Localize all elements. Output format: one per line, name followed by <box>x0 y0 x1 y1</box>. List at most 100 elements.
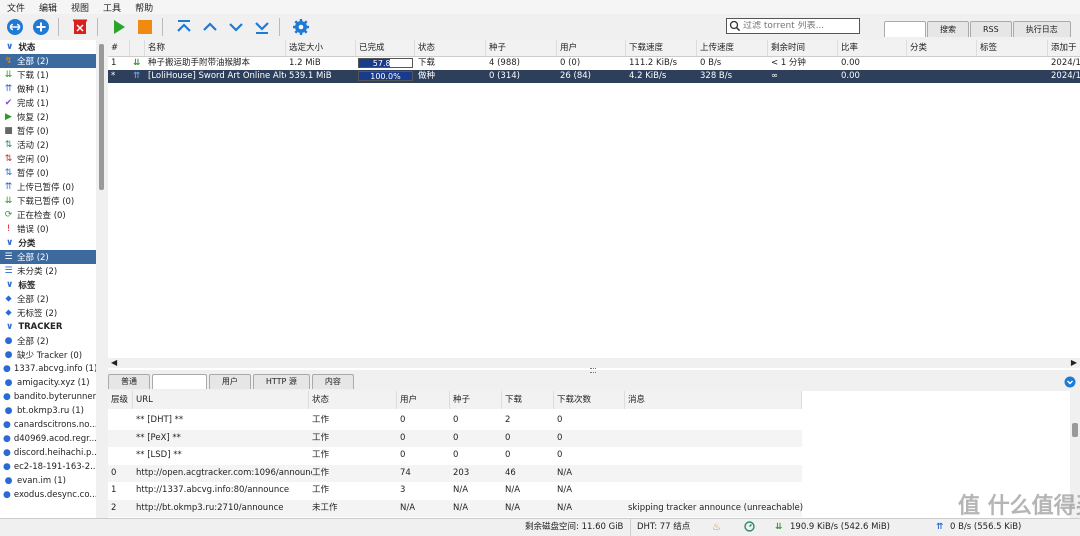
add-link-button[interactable] <box>4 16 26 38</box>
tracker-row[interactable]: 1 http://1337.abcvg.info:80/announce 工作 3 N/… <box>108 482 802 499</box>
scroll-left-icon[interactable]: ◀ <box>111 358 117 368</box>
top-tab[interactable]: 搜索 <box>927 21 969 37</box>
tracker-filter-item[interactable]: ● bt.okmp3.ru (1) <box>0 404 96 418</box>
status-filter-item[interactable]: ⇅ 活动 (2) <box>0 138 96 152</box>
tracker-filter-item[interactable]: ● 缺少 Tracker (0) <box>0 348 96 362</box>
tracker-filter-item[interactable]: ● 1337.abcvg.info (1) <box>0 362 96 376</box>
resume-button[interactable] <box>108 16 130 38</box>
properties-tab[interactable]: Tracker <box>152 374 207 389</box>
tracker-filter-item[interactable]: ● amigacity.xyz (1) <box>0 376 96 390</box>
add-torrent-button[interactable] <box>30 16 52 38</box>
menu-item[interactable]: 编辑 <box>32 1 64 14</box>
status-filter-item[interactable]: ▶ 恢复 (2) <box>0 110 96 124</box>
delete-button[interactable] <box>69 16 91 38</box>
column-header[interactable]: 上传速度 <box>697 40 768 56</box>
column-header[interactable]: 标签 <box>977 40 1048 56</box>
column-header[interactable]: 名称 <box>145 40 286 56</box>
speed-limit-icon[interactable] <box>744 519 755 536</box>
status-filter-item[interactable]: ⇅ 空闲 (0) <box>0 152 96 166</box>
move-down-button[interactable] <box>225 16 247 38</box>
scroll-right-icon[interactable]: ▶ <box>1071 358 1077 368</box>
download-speed-label[interactable]: 190.9 KiB/s (542.6 MiB) <box>790 519 890 536</box>
tracker-filter-item[interactable]: ● bandito.byterunner... <box>0 390 96 404</box>
status-filter-item[interactable]: ■ 暂停 (0) <box>0 124 96 138</box>
properties-tab[interactable]: 用户 <box>208 374 251 389</box>
tag-section-header[interactable]: ∨ 标签 <box>0 278 96 292</box>
column-header[interactable]: 状态 <box>415 40 486 56</box>
properties-tab[interactable]: HTTP 源 <box>252 374 310 389</box>
torrent-list-hscrollbar[interactable]: ◀ ▶ <box>108 358 1080 368</box>
column-header[interactable]: 种子 <box>486 40 557 56</box>
top-tab[interactable]: 传输 <box>884 21 926 37</box>
column-header[interactable]: 比率 <box>838 40 907 56</box>
status-filter-item[interactable]: ↯ 全部 (2) <box>0 54 96 68</box>
top-tab[interactable]: 执行日志 <box>1012 21 1071 37</box>
tag-filter-item[interactable]: ⬥ 全部 (2) <box>0 292 96 306</box>
menu-item[interactable]: 帮助 <box>128 1 160 14</box>
pause-button[interactable] <box>134 16 156 38</box>
column-header[interactable]: 下载速度 <box>626 40 697 56</box>
tracker-filter-item[interactable]: ● canardscitrons.no... <box>0 418 96 432</box>
tracker-column-header[interactable]: 下载 <box>502 391 554 409</box>
column-header[interactable]: 剩余时间 <box>768 40 838 56</box>
tracker-filter-item[interactable]: ● evan.im (1) <box>0 474 96 488</box>
tracker-column-header[interactable]: 种子 <box>450 391 502 409</box>
upload-speed-label[interactable]: 0 B/s (556.5 KiB) <box>950 519 1021 536</box>
torrent-row[interactable]: * [LoliHouse] Sword Art Online Alter... 53… <box>108 70 1080 83</box>
tracker-section-header[interactable]: ∨ TRACKER <box>0 320 96 334</box>
tracker-filter-item[interactable]: ● 全部 (2) <box>0 334 96 348</box>
tracker-filter-item[interactable]: ● d40969.acod.regr... <box>0 432 96 446</box>
status-section-header[interactable]: ∨ 状态 <box>0 40 96 54</box>
tracker-column-header[interactable]: 状态 <box>309 391 397 409</box>
menu-item[interactable]: 文件 <box>0 1 32 14</box>
move-bottom-button[interactable] <box>251 16 273 38</box>
sidebar-scroll-thumb[interactable] <box>99 44 104 190</box>
status-filter-item[interactable]: ⇊ 下载已暂停 (0) <box>0 194 96 208</box>
tracker-scroll-thumb[interactable] <box>1072 423 1078 437</box>
column-header[interactable]: 已完成 <box>356 40 415 56</box>
tag-filter-item[interactable]: ⬥ 无标签 (2) <box>0 306 96 320</box>
status-filter-item[interactable]: ✔ 完成 (1) <box>0 96 96 110</box>
search-input[interactable] <box>741 21 855 31</box>
top-tab[interactable]: RSS <box>970 21 1012 37</box>
tracker-filter-item[interactable]: ● discord.heihachi.p... <box>0 446 96 460</box>
tracker-row[interactable]: ** [PeX] ** 工作 0 0 0 0 <box>108 429 802 447</box>
tracker-column-header[interactable]: URL <box>133 391 309 409</box>
column-header[interactable]: # <box>108 40 130 56</box>
menu-item[interactable]: 工具 <box>96 1 128 14</box>
status-filter-item[interactable]: ⟳ 正在检查 (0) <box>0 208 96 222</box>
status-filter-item[interactable]: ! 错误 (0) <box>0 222 96 236</box>
column-header[interactable]: 用户 <box>557 40 626 56</box>
tracker-filter-item[interactable]: ● exodus.desync.co... <box>0 488 96 502</box>
tracker-row[interactable]: 0 http://open.acgtracker.com:1096/announc… <box>108 464 802 482</box>
category-section-header[interactable]: ∨ 分类 <box>0 236 96 250</box>
column-header[interactable] <box>130 40 145 56</box>
status-filter-item[interactable]: ⇈ 做种 (1) <box>0 82 96 96</box>
tracker-row[interactable]: ** [LSD] ** 工作 0 0 0 0 <box>108 447 802 464</box>
status-filter-item[interactable]: ⇊ 下载 (1) <box>0 68 96 82</box>
tracker-filter-item[interactable]: ● ec2-18-191-163-2... <box>0 460 96 474</box>
status-filter-item[interactable]: ⇅ 暂停 (0) <box>0 166 96 180</box>
tracker-column-header[interactable]: 用户 <box>397 391 450 409</box>
category-filter-item[interactable]: ☰ 全部 (2) <box>0 250 96 264</box>
splitter-handle[interactable] <box>590 368 596 373</box>
properties-tab[interactable]: 普通 <box>108 374 150 389</box>
options-button[interactable] <box>290 16 312 38</box>
properties-tab[interactable]: 内容 <box>311 374 354 389</box>
column-header[interactable]: 选定大小 <box>286 40 356 56</box>
tracker-column-header[interactable]: 消息 <box>625 391 802 409</box>
move-top-button[interactable] <box>173 16 195 38</box>
column-header[interactable]: 分类 <box>907 40 977 56</box>
category-filter-item[interactable]: ☰ 未分类 (2) <box>0 264 96 278</box>
torrent-row[interactable]: 1 种子搬运助手附带油猴脚本 1.2 MiB 下载 4 (988) 0 (0) 111.2 … <box>108 57 1080 70</box>
column-header[interactable]: 添加于 <box>1048 40 1080 56</box>
menu-item[interactable]: 视图 <box>64 1 96 14</box>
flame-icon[interactable]: ♨ <box>712 519 721 536</box>
move-up-button[interactable] <box>199 16 221 38</box>
tracker-column-header[interactable]: 下载次数 <box>554 391 625 409</box>
tracker-column-header[interactable]: 层级 <box>108 391 133 409</box>
tracker-row[interactable]: ** [DHT] ** 工作 0 0 2 0 <box>108 412 802 429</box>
tracker-row[interactable]: 2 http://bt.okmp3.ru:2710/announce 未工作 N/A N… <box>108 499 803 517</box>
collapse-panel-button[interactable] <box>1064 376 1076 391</box>
status-filter-item[interactable]: ⇈ 上传已暂停 (0) <box>0 180 96 194</box>
